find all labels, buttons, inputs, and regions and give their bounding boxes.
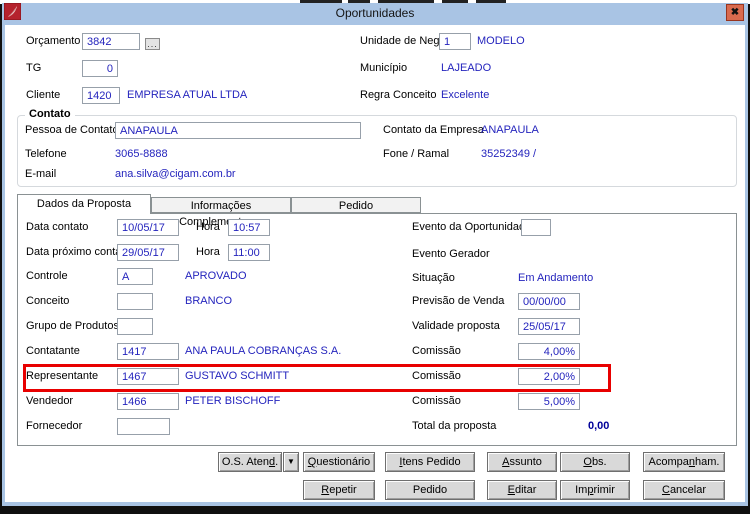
screen: Oportunidades ✖ Orçamento ... TG Cliente… (0, 0, 750, 514)
hora-contato-input[interactable] (228, 219, 270, 236)
pessoa-contato-label: Pessoa de Contato (25, 124, 119, 136)
unidade-neg-label: Unidade de Neg. (360, 35, 443, 47)
total-proposta-value: 0,00 (588, 420, 610, 432)
contato-empresa-value: ANAPAULA (481, 124, 539, 136)
os-atend-button[interactable]: O.S. Atend. (218, 452, 282, 472)
oportunidades-dialog: Oportunidades ✖ Orçamento ... TG Cliente… (2, 2, 748, 506)
municipio-label: Município (360, 62, 408, 74)
situacao-label: Situação (412, 272, 455, 284)
itens-pedido-button[interactable]: Itens Pedido (385, 452, 475, 472)
contatante-label: Contatante (26, 345, 80, 357)
tab-pedido[interactable]: Pedido (291, 197, 421, 213)
data-proximo-contato-label: Data próximo contato (26, 246, 131, 258)
data-contato-label: Data contato (26, 221, 89, 233)
orcamento-lookup-button[interactable]: ... (145, 38, 160, 50)
pedido-button[interactable]: Pedido (385, 480, 475, 500)
municipio-value: LAJEADO (441, 62, 492, 74)
previsao-venda-label: Previsão de Venda (412, 295, 505, 307)
controle-desc: APROVADO (185, 270, 247, 282)
regra-conceito-label: Regra Conceito (360, 89, 437, 101)
contatante-desc: ANA PAULA COBRANÇAS S.A. (185, 345, 342, 357)
contato-legend: Contato (25, 108, 75, 120)
orcamento-label: Orçamento (26, 35, 81, 47)
tab-informacoes-complementares[interactable]: Informações Complementares (151, 197, 291, 228)
pessoa-contato-input[interactable] (115, 122, 361, 139)
contatante-input[interactable] (117, 343, 179, 360)
unidade-neg-name: MODELO (477, 35, 525, 47)
obs-button[interactable]: Obs. (560, 452, 630, 472)
repetir-button[interactable]: Repetir (303, 480, 375, 500)
cliente-input[interactable] (82, 87, 120, 104)
representante-label: Representante (26, 370, 99, 382)
conceito-label: Conceito (26, 295, 70, 307)
comissao-representante-label: Comissão (412, 370, 461, 382)
cliente-name: EMPRESA ATUAL LTDA (127, 89, 248, 101)
unidade-neg-input[interactable] (439, 33, 471, 50)
comissao-vendedor-label: Comissão (412, 395, 461, 407)
os-atend-dropdown-button[interactable]: ▼ (283, 452, 299, 472)
conceito-input[interactable] (117, 293, 153, 310)
tab-dados-da-proposta[interactable]: Dados da Proposta (17, 194, 151, 214)
orcamento-input[interactable] (82, 33, 140, 50)
grupo-produtos-input[interactable] (117, 318, 153, 335)
controle-input[interactable] (117, 268, 153, 285)
telefone-label: Telefone (25, 148, 67, 160)
vendedor-desc: PETER BISCHOFF (185, 395, 281, 407)
imprimir-button[interactable]: Imprimir (560, 480, 630, 500)
tg-label: TG (26, 62, 42, 74)
representante-input[interactable] (117, 368, 179, 385)
fornecedor-input[interactable] (117, 418, 170, 435)
data-proximo-contato-input[interactable] (117, 244, 179, 261)
telefone-value: 3065-8888 (115, 148, 168, 160)
vendedor-label: Vendedor (26, 395, 74, 407)
grupo-produtos-label: Grupo de Produtos (26, 320, 119, 332)
email-value: ana.silva@cigam.com.br (115, 168, 236, 180)
controle-label: Controle (26, 270, 68, 282)
email-label: E-mail (25, 168, 57, 180)
hora-contato-label: Hora (196, 221, 220, 233)
cancelar-button[interactable]: Cancelar (643, 480, 725, 500)
chevron-down-icon: ▼ (287, 457, 295, 466)
tg-input[interactable] (82, 60, 118, 77)
fone-ramal-label: Fone / Ramal (383, 148, 450, 160)
comissao-representante-input[interactable] (518, 368, 580, 385)
fone-ramal-value: 35252349 / (481, 148, 537, 160)
assunto-button[interactable]: Assunto (487, 452, 557, 472)
representante-desc: GUSTAVO SCHMITT (185, 370, 290, 382)
comissao-vendedor-input[interactable] (518, 393, 580, 410)
evento-oportunidade-input[interactable] (521, 219, 551, 236)
dialog-body: Orçamento ... TG Cliente EMPRESA ATUAL L… (5, 25, 745, 502)
editar-button[interactable]: Editar (487, 480, 557, 500)
data-contato-input[interactable] (117, 219, 179, 236)
regra-conceito-value: Excelente (441, 89, 490, 101)
cliente-label: Cliente (26, 89, 61, 101)
contato-empresa-label: Contato da Empresa (383, 124, 484, 136)
validade-proposta-input[interactable] (518, 318, 580, 335)
fornecedor-label: Fornecedor (26, 420, 83, 432)
situacao-value: Em Andamento (518, 272, 594, 284)
dialog-titlebar[interactable]: Oportunidades ✖ (2, 2, 748, 25)
evento-gerador-label: Evento Gerador (412, 248, 490, 260)
close-button[interactable]: ✖ (726, 4, 744, 21)
dialog-title: Oportunidades (335, 6, 415, 20)
evento-oportunidade-label: Evento da Oportunidade (412, 221, 532, 233)
previsao-venda-input[interactable] (518, 293, 580, 310)
comissao-contatante-input[interactable] (518, 343, 580, 360)
total-proposta-label: Total da proposta (412, 420, 497, 432)
close-icon: ✖ (730, 7, 740, 18)
validade-proposta-label: Validade proposta (412, 320, 500, 332)
acompanham-button[interactable]: Acompanham. (643, 452, 725, 472)
hora-proximo-input[interactable] (228, 244, 270, 261)
hora-proximo-label: Hora (196, 246, 220, 258)
comissao-contatante-label: Comissão (412, 345, 461, 357)
conceito-desc: BRANCO (185, 295, 233, 307)
questionario-button[interactable]: Questionário (303, 452, 375, 472)
vendedor-input[interactable] (117, 393, 179, 410)
